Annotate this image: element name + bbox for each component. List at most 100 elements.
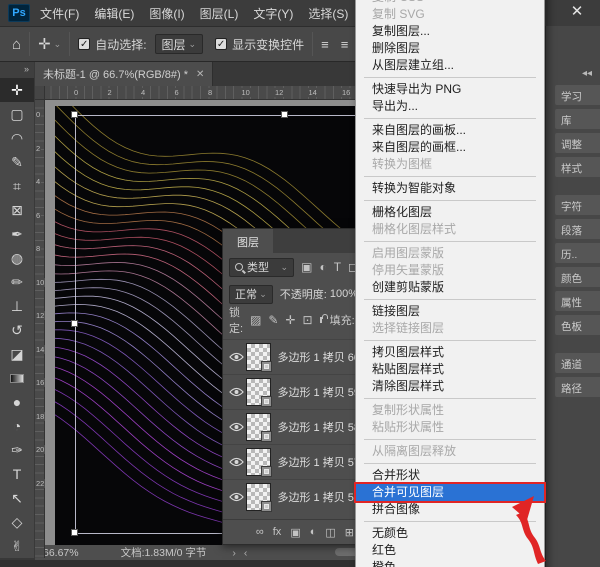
eye-visibility-icon[interactable]: [227, 422, 246, 432]
transform-handle-top-mid[interactable]: [281, 111, 288, 118]
tool-move[interactable]: ✛: [0, 78, 34, 102]
context-menu-item[interactable]: 复制图层...: [356, 23, 544, 40]
tool-path-select[interactable]: ↖: [0, 486, 34, 510]
move-tool-icon[interactable]: ✛: [38, 35, 51, 53]
tool-brush[interactable]: ✏: [0, 270, 34, 294]
tool-shape[interactable]: ◇: [0, 510, 34, 534]
window-close-button[interactable]: ✕: [566, 2, 588, 20]
eye-visibility-icon[interactable]: [227, 387, 246, 397]
layer-row[interactable]: 多边形 1 拷贝 59: [223, 374, 364, 409]
link-layers-icon[interactable]: ∞: [256, 526, 264, 538]
auto-select-checkbox[interactable]: ✓: [78, 38, 90, 50]
tool-eraser[interactable]: ◪: [0, 342, 34, 366]
eye-visibility-icon[interactable]: [227, 352, 246, 362]
filter-adjustment-icon[interactable]: ◐: [319, 260, 326, 274]
layer-row[interactable]: 多边形 1 拷贝 58: [223, 409, 364, 444]
transform-handle-bottom-left[interactable]: [71, 529, 78, 536]
lock-position-icon[interactable]: ✛: [285, 313, 295, 327]
dock-tab-样式[interactable]: 样式: [555, 157, 600, 177]
lock-all-icon[interactable]: [320, 317, 322, 323]
zoom-level-field[interactable]: 66.67%: [43, 547, 79, 559]
tool-history-brush[interactable]: ↺: [0, 318, 34, 342]
opacity-value[interactable]: 100%: [330, 288, 358, 300]
context-menu-item[interactable]: 粘贴图层样式: [356, 361, 544, 378]
menu-2[interactable]: 图像(I): [149, 5, 184, 22]
menu-4[interactable]: 文字(Y): [253, 5, 293, 22]
layer-thumbnail[interactable]: [246, 343, 271, 371]
lock-pixels-icon[interactable]: ✎: [268, 313, 278, 327]
dock-tab-色板[interactable]: 色板: [555, 315, 600, 335]
dock-tab-学习[interactable]: 学习: [555, 85, 600, 105]
tool-crop[interactable]: ⌗: [0, 174, 34, 198]
context-menu-item[interactable]: 来自图层的画板...: [356, 122, 544, 139]
layer-thumbnail[interactable]: [246, 448, 271, 476]
tool-gradient[interactable]: [0, 366, 34, 390]
dock-tab-库[interactable]: 库: [555, 109, 600, 129]
tool-frame[interactable]: ⊠: [0, 198, 34, 222]
layer-thumbnail[interactable]: [246, 378, 271, 406]
menu-1[interactable]: 编辑(E): [94, 5, 134, 22]
tool-lasso[interactable]: ◠: [0, 126, 34, 150]
tab-close-icon[interactable]: ✕: [196, 69, 204, 80]
toolbar-expand-icon[interactable]: »: [0, 62, 34, 78]
filter-pixel-icon[interactable]: ▣: [301, 260, 312, 274]
menu-5[interactable]: 选择(S): [308, 5, 348, 22]
tool-eyedropper[interactable]: ✒: [0, 222, 34, 246]
dock-tab-通道[interactable]: 通道: [555, 353, 600, 373]
new-group-icon[interactable]: ◫: [325, 526, 335, 539]
filter-type-icon[interactable]: T: [334, 260, 341, 274]
align-left-icon[interactable]: ≡: [321, 37, 329, 52]
context-menu-item[interactable]: 拷贝图层样式: [356, 344, 544, 361]
tool-dodge[interactable]: ◔: [0, 414, 34, 438]
dock-tab-路径[interactable]: 路径: [555, 377, 600, 397]
dock-tab-历..[interactable]: 历..: [555, 243, 600, 263]
lock-transparent-icon[interactable]: ▨: [250, 313, 261, 327]
transform-handle-left-mid[interactable]: [71, 320, 78, 327]
context-menu-item[interactable]: 创建剪贴蒙版: [356, 279, 544, 296]
dock-tab-调整[interactable]: 调整: [555, 133, 600, 153]
tool-pen[interactable]: ✑: [0, 438, 34, 462]
tool-healing-patch[interactable]: ◍: [0, 246, 34, 270]
status-nav-icons[interactable]: ›‹: [232, 547, 247, 559]
eye-visibility-icon[interactable]: [227, 492, 246, 502]
dock-tab-段落[interactable]: 段落: [555, 219, 600, 239]
layer-thumbnail[interactable]: [246, 483, 271, 511]
tool-blur[interactable]: ●: [0, 390, 34, 414]
tool-hand[interactable]: ✌: [0, 534, 34, 558]
context-menu-item[interactable]: 转换为智能对象: [356, 180, 544, 197]
tool-quick-select[interactable]: ✎: [0, 150, 34, 174]
blend-mode-dropdown[interactable]: 正常 ⌄: [229, 285, 273, 304]
layer-filter-dropdown[interactable]: 类型 ⌄: [229, 258, 294, 277]
auto-select-dropdown[interactable]: 图层 ⌄: [155, 34, 204, 54]
menu-3[interactable]: 图层(L): [200, 5, 239, 22]
layer-thumbnail[interactable]: [246, 413, 271, 441]
context-menu-item[interactable]: 来自图层的画框...: [356, 139, 544, 156]
context-menu-item[interactable]: 清除图层样式: [356, 378, 544, 395]
context-menu-item[interactable]: 删除图层: [356, 40, 544, 57]
context-menu-item[interactable]: 合并形状: [356, 467, 544, 484]
menu-0[interactable]: 文件(F): [40, 5, 79, 22]
layer-style-icon[interactable]: fx: [273, 526, 282, 538]
show-transform-checkbox[interactable]: ✓: [215, 38, 227, 50]
lock-artboard-icon[interactable]: ⊡: [303, 313, 313, 327]
dock-collapse-icon[interactable]: ◂◂: [546, 26, 600, 85]
tool-type[interactable]: T: [0, 462, 34, 486]
dock-tab-属性[interactable]: 属性: [555, 291, 600, 311]
status-nav-icon[interactable]: ‹: [244, 547, 248, 559]
chevron-down-icon[interactable]: ⌄: [54, 39, 62, 50]
layer-row[interactable]: 多边形 1 拷贝 56: [223, 479, 364, 514]
layers-tab[interactable]: 图层: [223, 229, 273, 253]
context-menu-item[interactable]: 快速导出为 PNG: [356, 81, 544, 98]
context-menu-item[interactable]: 从图层建立组...: [356, 57, 544, 74]
layer-row[interactable]: 多边形 1 拷贝 60: [223, 339, 364, 374]
home-icon[interactable]: ⌂: [12, 36, 21, 53]
document-tab[interactable]: 未标题-1 @ 66.7%(RGB/8#) * ✕: [35, 62, 213, 86]
adjustment-layer-icon[interactable]: ◐: [310, 526, 317, 538]
eye-visibility-icon[interactable]: [227, 457, 246, 467]
dock-tab-颜色[interactable]: 颜色: [555, 267, 600, 287]
dock-tab-字符[interactable]: 字符: [555, 195, 600, 215]
tool-marquee[interactable]: ▢: [0, 102, 34, 126]
context-menu-item[interactable]: 导出为...: [356, 98, 544, 115]
status-nav-icon[interactable]: ›: [232, 547, 236, 559]
new-layer-icon[interactable]: ⊞: [345, 526, 354, 539]
